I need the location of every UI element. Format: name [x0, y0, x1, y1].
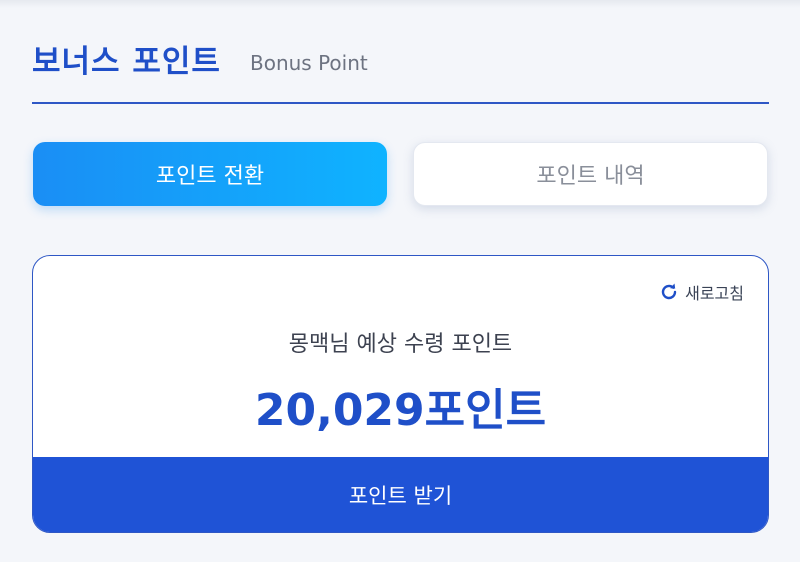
receive-points-button[interactable]: 포인트 받기: [33, 457, 768, 532]
tab-point-conversion[interactable]: 포인트 전환: [33, 142, 387, 206]
expected-points-value: 20,029포인트: [254, 385, 547, 436]
refresh-button[interactable]: 새로고침: [659, 280, 744, 304]
refresh-icon: [659, 282, 679, 302]
expected-points-label: 몽맥님 예상 수령 포인트: [288, 332, 513, 357]
top-shadow: [0, 0, 800, 8]
page-title: 보너스 포인트: [32, 44, 221, 80]
refresh-label: 새로고침: [685, 284, 744, 303]
points-card: 새로고침 몽맥님 예상 수령 포인트 20,029포인트 포인트 받기: [32, 255, 769, 533]
tab-point-history[interactable]: 포인트 내역: [413, 142, 768, 206]
page-header: 보너스 포인트 Bonus Point: [32, 40, 769, 104]
page-subtitle: Bonus Point: [250, 51, 368, 75]
